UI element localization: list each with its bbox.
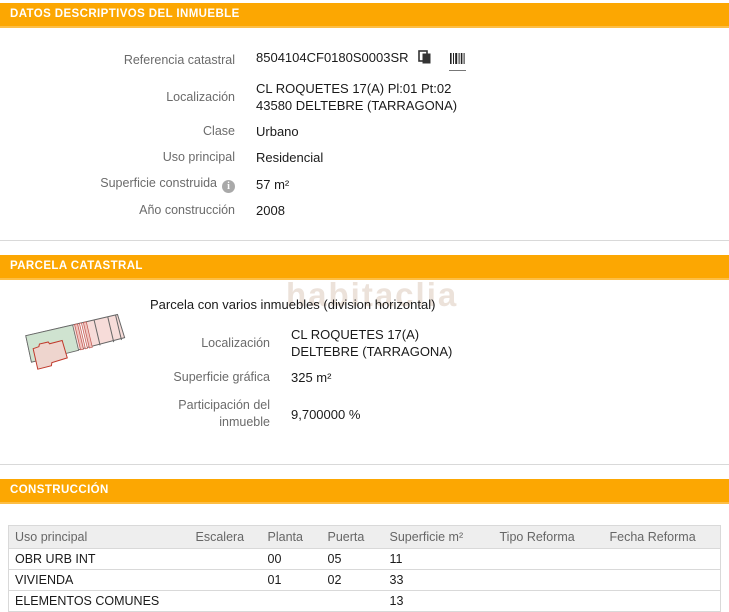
field-label: Clase (0, 123, 235, 140)
field-label: Superficie construida (0, 175, 235, 193)
field-label: Uso principal (0, 149, 235, 166)
table-row: VIVIENDA 01 02 33 (9, 570, 721, 591)
field-uso-principal: Uso principal Residencial (0, 149, 729, 166)
table-cell (604, 591, 721, 612)
field-label-text: Participación del inmueble (164, 397, 270, 431)
localizacion-line1: CL ROQUETES 17(A) Pl:01 Pt:02 (256, 80, 457, 97)
table-cell: OBR URB INT (9, 549, 190, 570)
section-header-parcela: PARCELA CATASTRAL (0, 255, 729, 280)
field-participacion: Participación del inmueble 9,700000 % (0, 397, 729, 431)
table-cell (604, 570, 721, 591)
table-cell (604, 549, 721, 570)
localizacion-line1: CL ROQUETES 17(A) (291, 326, 452, 343)
localizacion-line2: 43580 DELTEBRE (TARRAGONA) (256, 97, 457, 114)
field-value: 2008 (256, 202, 285, 219)
table-cell (322, 591, 384, 612)
col-header-uso-principal: Uso principal (9, 526, 190, 549)
field-superficie-construida: Superficie construida 57 m² (0, 175, 729, 193)
section-title: PARCELA CATASTRAL (10, 260, 143, 272)
field-label: Año construcción (0, 202, 235, 219)
col-header-fecha-reforma: Fecha Reforma (604, 526, 721, 549)
table-header-row: Uso principal Escalera Planta Puerta Sup… (9, 526, 721, 549)
col-header-tipo-reforma: Tipo Reforma (494, 526, 604, 549)
field-value: 57 m² (256, 176, 289, 193)
col-header-superficie: Superficie m² (384, 526, 494, 549)
table-cell: VIVIENDA (9, 570, 190, 591)
section-parcela-catastral: PARCELA CATASTRAL Parcela con varios inm… (0, 255, 729, 464)
field-value: CL ROQUETES 17(A) Pl:01 Pt:02 43580 DELT… (256, 80, 457, 114)
table-cell (190, 549, 262, 570)
table-cell: 01 (262, 570, 322, 591)
construction-table: Uso principal Escalera Planta Puerta Sup… (8, 525, 721, 612)
info-icon[interactable] (222, 180, 235, 193)
table-cell (190, 591, 262, 612)
field-value: 8504104CF0180S0003SR (256, 49, 466, 71)
table-cell (262, 591, 322, 612)
field-localizacion: Localización CL ROQUETES 17(A) Pl:01 Pt:… (0, 80, 729, 114)
table-cell: 33 (384, 570, 494, 591)
field-anio-construccion: Año construcción 2008 (0, 202, 729, 219)
field-value: CL ROQUETES 17(A) DELTEBRE (TARRAGONA) (291, 326, 452, 360)
field-value: 325 m² (291, 369, 331, 386)
table-cell (494, 570, 604, 591)
table-cell: 02 (322, 570, 384, 591)
table-cell: 05 (322, 549, 384, 570)
parcel-sketch-image (24, 313, 130, 380)
field-label: Participación del inmueble (0, 397, 270, 431)
table-cell (494, 549, 604, 570)
field-value: Residencial (256, 149, 323, 166)
barcode-icon[interactable] (449, 51, 466, 71)
referencia-value: 8504104CF0180S0003SR (256, 50, 409, 65)
table-cell: 11 (384, 549, 494, 570)
field-clase: Clase Urbano (0, 123, 729, 140)
field-value: Urbano (256, 123, 299, 140)
field-label: Referencia catastral (0, 52, 235, 69)
field-referencia-catastral: Referencia catastral 8504104CF0180S0003S… (0, 49, 729, 71)
parcela-subtitle: Parcela con varios inmuebles (division h… (150, 297, 729, 312)
table-cell: 13 (384, 591, 494, 612)
table-row: ELEMENTOS COMUNES 13 (9, 591, 721, 612)
field-label: Localización (0, 89, 235, 106)
col-header-puerta: Puerta (322, 526, 384, 549)
table-cell: 00 (262, 549, 322, 570)
field-value: 9,700000 % (291, 406, 360, 423)
col-header-planta: Planta (262, 526, 322, 549)
table-row: OBR URB INT 00 05 11 (9, 549, 721, 570)
copy-icon[interactable] (418, 50, 431, 68)
table-cell (494, 591, 604, 612)
localizacion-line2: DELTEBRE (TARRAGONA) (291, 343, 452, 360)
section-datos-descriptivos: DATOS DESCRIPTIVOS DEL INMUEBLE Referenc… (0, 3, 729, 240)
section-title: CONSTRUCCIÓN (10, 484, 109, 496)
cadastral-page: DATOS DESCRIPTIVOS DEL INMUEBLE Referenc… (0, 0, 729, 612)
section-title: DATOS DESCRIPTIVOS DEL INMUEBLE (10, 8, 240, 20)
col-header-escalera: Escalera (190, 526, 262, 549)
section-construccion: CONSTRUCCIÓN Uso principal Escalera Plan… (0, 479, 729, 612)
table-cell: ELEMENTOS COMUNES (9, 591, 190, 612)
field-label-text: Superficie construida (100, 176, 217, 190)
table-cell (190, 570, 262, 591)
section-header-datos: DATOS DESCRIPTIVOS DEL INMUEBLE (0, 3, 729, 28)
section-header-construccion: CONSTRUCCIÓN (0, 479, 729, 504)
